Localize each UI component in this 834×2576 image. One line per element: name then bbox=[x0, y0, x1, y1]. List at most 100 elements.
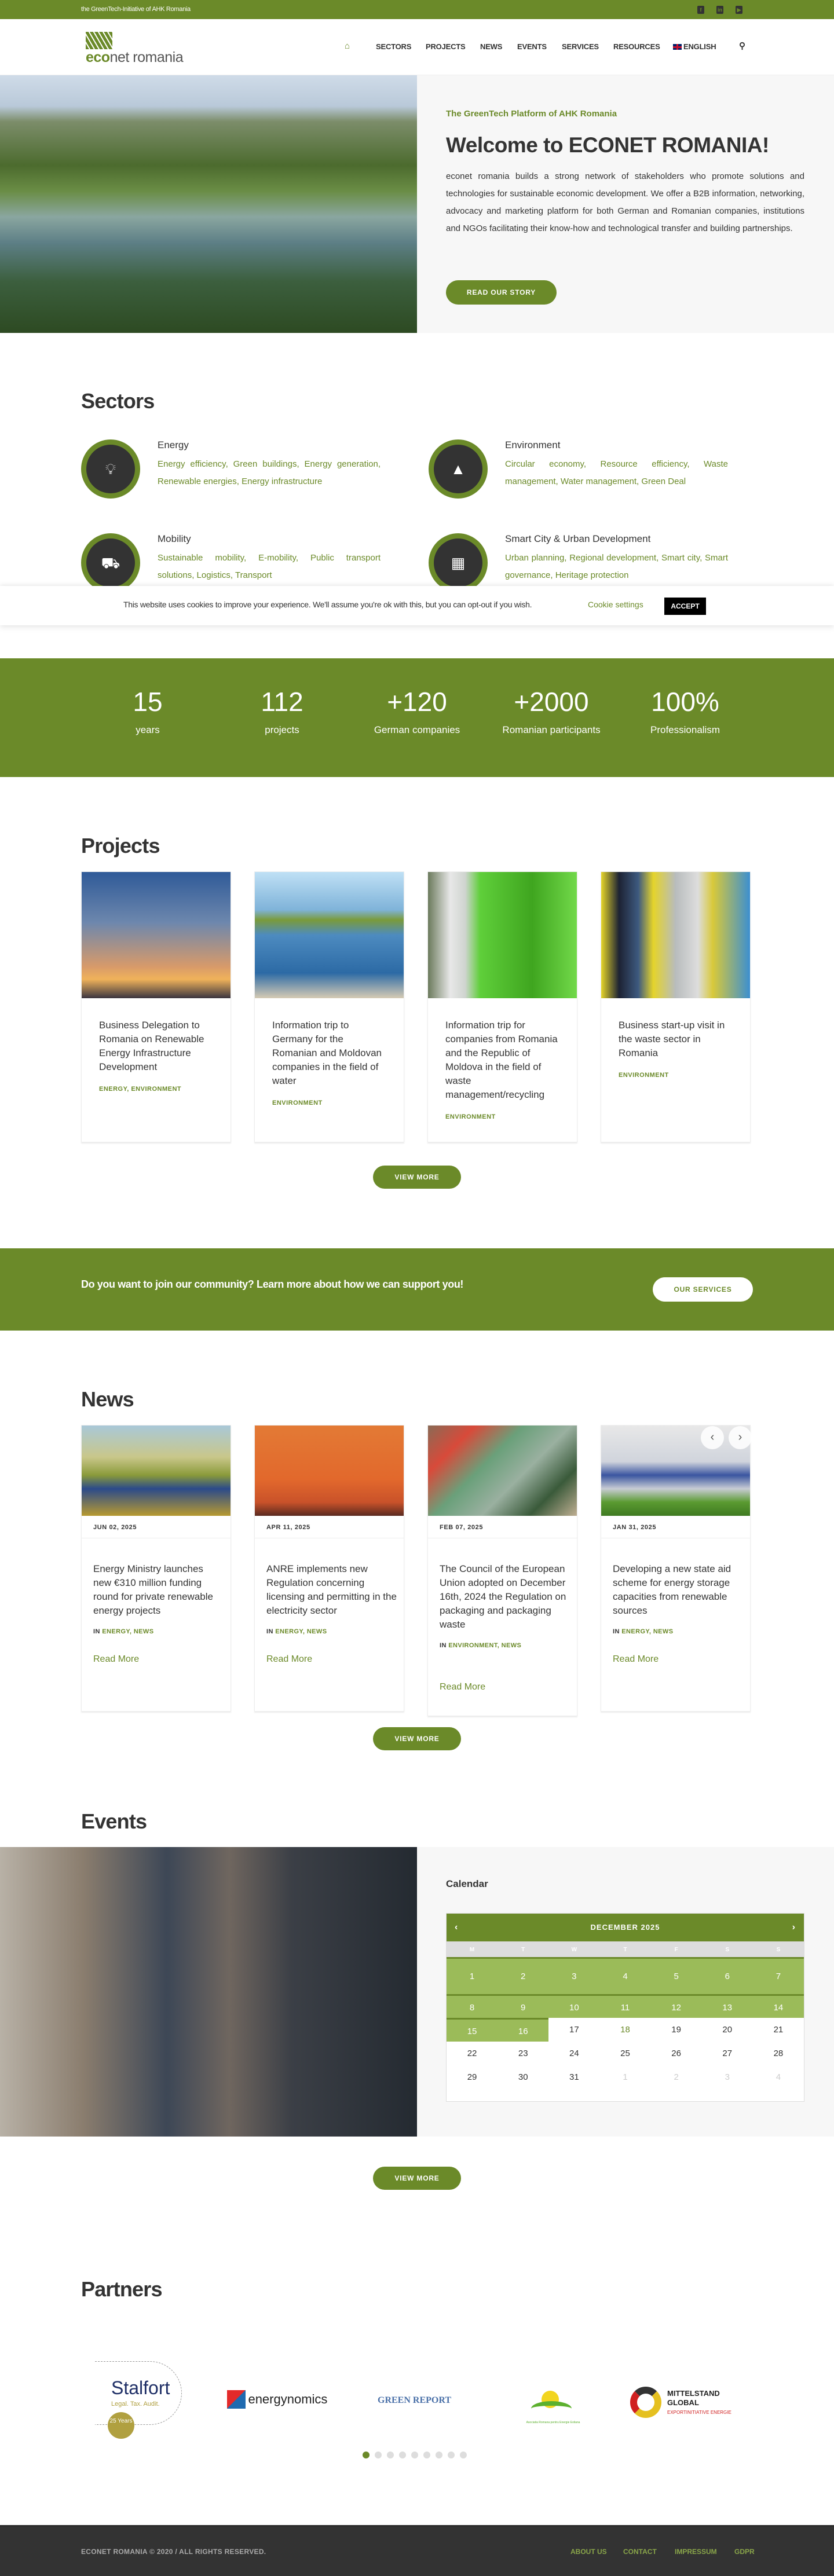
facebook-icon[interactable]: f bbox=[697, 6, 704, 14]
nav-resources[interactable]: RESOURCES bbox=[613, 42, 660, 51]
calendar-day[interactable]: 17 bbox=[548, 2018, 599, 2042]
news-title[interactable]: ANRE implements new Regulation concernin… bbox=[266, 1562, 397, 1618]
carousel-dot[interactable] bbox=[387, 2452, 394, 2458]
nav-projects[interactable]: PROJECTS bbox=[426, 42, 466, 51]
calendar-day[interactable]: 11 bbox=[599, 1994, 651, 2018]
partner-logo-wind-energy-association[interactable]: Asociatia Romana pentru Energie Eoliana bbox=[524, 2371, 582, 2429]
project-card[interactable]: Information trip for companies from Roma… bbox=[427, 871, 577, 1142]
project-card[interactable]: Information trip to Germany for the Roma… bbox=[254, 871, 404, 1142]
carousel-dot[interactable] bbox=[363, 2452, 370, 2458]
carousel-dot[interactable] bbox=[460, 2452, 467, 2458]
read-more-link[interactable]: Read More bbox=[266, 1654, 312, 1665]
calendar-day[interactable]: 31 bbox=[548, 2065, 599, 2089]
calendar-next-month-icon[interactable]: › bbox=[792, 1914, 796, 1941]
project-card[interactable]: Business start-up visit in the waste sec… bbox=[601, 871, 751, 1142]
calendar-day[interactable]: 28 bbox=[753, 2042, 804, 2065]
partner-logo-green-report[interactable]: GREEN REPORT bbox=[378, 2395, 451, 2406]
projects-view-more-button[interactable]: VIEW MORE bbox=[373, 1166, 461, 1189]
calendar-day[interactable]: 25 bbox=[599, 2042, 650, 2065]
partner-logo-mittelstand-global[interactable]: MITTELSTAND GLOBAL EXPORTINITIATIVE ENER… bbox=[630, 2386, 752, 2420]
read-more-link[interactable]: Read More bbox=[440, 1682, 485, 1692]
calendar-day[interactable]: 24 bbox=[548, 2042, 599, 2065]
calendar-day[interactable]: 19 bbox=[651, 2018, 702, 2042]
calendar-day-outside[interactable]: 4 bbox=[753, 2065, 804, 2089]
read-more-link[interactable]: Read More bbox=[93, 1654, 139, 1665]
calendar-day[interactable]: 5 bbox=[650, 1959, 702, 1994]
calendar-day[interactable]: 14 bbox=[752, 1994, 804, 2018]
events-view-more-button[interactable]: VIEW MORE bbox=[373, 2167, 461, 2190]
home-icon[interactable]: ⌂ bbox=[345, 41, 350, 51]
news-title[interactable]: Energy Ministry launches new €310 millio… bbox=[93, 1562, 224, 1618]
youtube-icon[interactable]: ▶ bbox=[736, 6, 742, 14]
nav-news[interactable]: NEWS bbox=[480, 42, 502, 51]
news-card[interactable]: JUN 02, 2025 Energy Ministry launches ne… bbox=[81, 1425, 231, 1712]
carousel-prev-button[interactable]: ‹ bbox=[701, 1426, 724, 1449]
calendar-day[interactable]: 29 bbox=[447, 2065, 498, 2089]
calendar-day[interactable]: 4 bbox=[599, 1959, 651, 1994]
calendar-day[interactable]: 27 bbox=[702, 2042, 753, 2065]
footer-link-about-us[interactable]: ABOUT US bbox=[570, 2548, 607, 2556]
calendar-day[interactable]: 3 bbox=[548, 1959, 600, 1994]
news-card[interactable]: FEB 07, 2025 The Council of the European… bbox=[427, 1425, 577, 1716]
calendar-day[interactable]: 26 bbox=[651, 2042, 702, 2065]
project-card[interactable]: Business Delegation to Romania on Renewa… bbox=[81, 871, 231, 1142]
calendar-day[interactable]: 15 bbox=[447, 2018, 498, 2042]
nav-services[interactable]: SERVICES bbox=[562, 42, 599, 51]
calendar-day[interactable]: 9 bbox=[498, 1994, 549, 2018]
calendar-day-outside[interactable]: 1 bbox=[599, 2065, 650, 2089]
calendar-day[interactable]: 12 bbox=[650, 1994, 702, 2018]
calendar-day[interactable]: 22 bbox=[447, 2042, 498, 2065]
calendar-day[interactable]: 23 bbox=[498, 2042, 548, 2065]
our-services-button[interactable]: OUR SERVICES bbox=[653, 1277, 753, 1302]
news-categories[interactable]: ENERGY, NEWS bbox=[621, 1628, 673, 1635]
news-card[interactable]: JAN 31, 2025 Developing a new state aid … bbox=[601, 1425, 751, 1712]
carousel-dot[interactable] bbox=[399, 2452, 406, 2458]
logo[interactable]: econet romania bbox=[86, 32, 202, 65]
nav-events[interactable]: EVENTS bbox=[517, 42, 547, 51]
calendar-day[interactable]: 13 bbox=[701, 1994, 753, 2018]
read-more-link[interactable]: Read More bbox=[613, 1654, 659, 1665]
calendar-day[interactable]: 16 bbox=[498, 2018, 549, 2042]
sector-energy[interactable]: 💡︎ Energy Energy efficiency, Green build… bbox=[81, 439, 382, 503]
news-categories[interactable]: ENVIRONMENT, NEWS bbox=[448, 1642, 521, 1649]
search-icon[interactable]: ⚲ bbox=[739, 41, 745, 51]
calendar-day[interactable]: 6 bbox=[701, 1959, 753, 1994]
nav-sectors[interactable]: SECTORS bbox=[376, 42, 411, 51]
news-categories[interactable]: ENERGY, NEWS bbox=[102, 1628, 153, 1635]
calendar-day[interactable]: 20 bbox=[702, 2018, 753, 2042]
project-tags[interactable]: ENVIRONMENT bbox=[619, 1068, 737, 1082]
calendar-day-outside[interactable]: 3 bbox=[702, 2065, 753, 2089]
partner-logo-energynomics[interactable]: energynomics bbox=[227, 2390, 327, 2409]
news-title[interactable]: Developing a new state aid scheme for en… bbox=[613, 1562, 743, 1618]
news-view-more-button[interactable]: VIEW MORE bbox=[373, 1727, 461, 1750]
project-tags[interactable]: ENVIRONMENT bbox=[445, 1110, 564, 1124]
partner-logo-stalfort[interactable]: Stalfort Legal. Tax. Audit. 25 Years bbox=[93, 2361, 197, 2449]
calendar-day-outside[interactable]: 2 bbox=[651, 2065, 702, 2089]
footer-link-contact[interactable]: CONTACT bbox=[623, 2548, 657, 2556]
calendar-day[interactable]: 18 bbox=[599, 2018, 650, 2042]
calendar-day[interactable]: 7 bbox=[752, 1959, 804, 1994]
calendar-day[interactable]: 21 bbox=[753, 2018, 804, 2042]
sector-environment[interactable]: ▲ Environment Circular economy, Resource… bbox=[429, 439, 730, 503]
project-tags[interactable]: ENVIRONMENT bbox=[272, 1096, 391, 1110]
news-categories[interactable]: ENERGY, NEWS bbox=[275, 1628, 327, 1635]
project-tags[interactable]: ENERGY, ENVIRONMENT bbox=[99, 1082, 218, 1096]
read-our-story-button[interactable]: READ OUR STORY bbox=[446, 280, 557, 305]
carousel-dot[interactable] bbox=[423, 2452, 430, 2458]
cookie-settings-link[interactable]: Cookie settings bbox=[588, 600, 643, 609]
news-title[interactable]: The Council of the European Union adopte… bbox=[440, 1562, 570, 1632]
carousel-dot[interactable] bbox=[448, 2452, 455, 2458]
footer-link-impressum[interactable]: IMPRESSUM bbox=[675, 2548, 717, 2556]
carousel-dot[interactable] bbox=[375, 2452, 382, 2458]
calendar-day[interactable]: 30 bbox=[498, 2065, 548, 2089]
carousel-dot[interactable] bbox=[411, 2452, 418, 2458]
news-card[interactable]: APR 11, 2025 ANRE implements new Regulat… bbox=[254, 1425, 404, 1712]
linkedin-icon[interactable]: in bbox=[716, 6, 723, 14]
calendar-prev-month-icon[interactable]: ‹ bbox=[455, 1914, 458, 1941]
calendar-day[interactable]: 8 bbox=[447, 1994, 498, 2018]
carousel-dot[interactable] bbox=[436, 2452, 442, 2458]
calendar-day[interactable]: 10 bbox=[548, 1994, 600, 2018]
calendar-day[interactable]: 1 bbox=[447, 1959, 498, 1994]
carousel-next-button[interactable]: › bbox=[729, 1426, 752, 1449]
cookie-accept-button[interactable]: ACCEPT bbox=[664, 598, 706, 615]
